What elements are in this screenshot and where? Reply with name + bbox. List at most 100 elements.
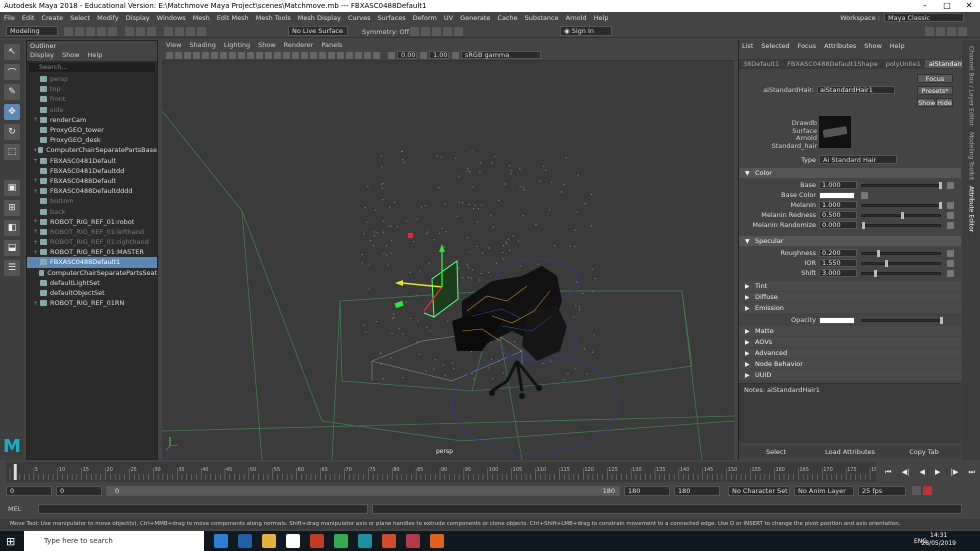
tab-default1[interactable]: 38Default1	[739, 60, 783, 68]
scale-tool-icon[interactable]: ⬚	[4, 144, 20, 160]
menu-uv[interactable]: UV	[444, 14, 453, 22]
side-tab-modeling-toolkit[interactable]: Modeling Toolkit	[968, 132, 975, 180]
step-back-icon[interactable]: ◀|	[902, 468, 910, 476]
load-attributes-button[interactable]: Load Attributes	[813, 446, 887, 458]
snap-curve-icon[interactable]	[175, 27, 184, 36]
attribute-slider[interactable]	[861, 211, 941, 219]
camera-select-icon[interactable]	[166, 51, 173, 59]
select-tool-icon[interactable]: ↖	[4, 44, 20, 60]
outliner-item[interactable]: FBXASC0488Default1	[27, 257, 157, 268]
hypershade-icon[interactable]	[443, 27, 452, 36]
select-hierarchy-icon[interactable]	[125, 27, 134, 36]
map-button-icon[interactable]	[861, 191, 868, 199]
outliner-item[interactable]: side	[27, 105, 157, 115]
taskbar-app-icon[interactable]	[406, 534, 420, 548]
ae-menu-selected[interactable]: Selected	[761, 42, 789, 50]
node-name-field[interactable]: aiStandardHair1	[817, 86, 895, 94]
render-settings-icon[interactable]	[432, 27, 441, 36]
outliner-layout-icon[interactable]: ☰	[4, 260, 20, 276]
attribute-value-field[interactable]: 0.000	[819, 221, 857, 229]
attribute-value-field[interactable]: 1.000	[819, 181, 857, 189]
snap-point-icon[interactable]	[186, 27, 195, 36]
map-button-icon[interactable]	[947, 211, 954, 219]
attribute-editor-toggle-icon[interactable]	[936, 27, 945, 36]
animation-start-field[interactable]: 0	[6, 485, 52, 496]
outliner-item[interactable]: defaultObjectSet	[27, 288, 157, 298]
wireframe-icon[interactable]	[256, 51, 263, 59]
persp-graph-layout-icon[interactable]: ⬓	[4, 240, 20, 256]
material-swatch-preview[interactable]	[819, 116, 851, 148]
outliner-item[interactable]: top	[27, 84, 157, 94]
redo-icon[interactable]	[108, 27, 117, 36]
expand-toggle-icon[interactable]: +	[33, 177, 40, 184]
isolate-select-icon[interactable]	[346, 51, 353, 59]
xray-active-icon[interactable]	[364, 51, 371, 59]
textured-icon[interactable]	[283, 51, 290, 59]
outliner-menu-show[interactable]: Show	[62, 51, 80, 61]
attribute-value-field[interactable]: 3.000	[819, 269, 857, 277]
sign-in-button[interactable]: ◉ Sign In	[560, 26, 612, 36]
viewport-menu-view[interactable]: View	[166, 41, 181, 49]
expand-toggle-icon[interactable]: +	[33, 218, 40, 225]
viewport-menu-renderer[interactable]: Renderer	[284, 41, 314, 49]
character-set-dropdown[interactable]: No Character Set	[728, 485, 790, 496]
section-header-uuid[interactable]: ▶ UUID	[739, 370, 961, 380]
notes-area[interactable]: Notes: aiStandardHair1	[739, 383, 961, 443]
safe-action-icon[interactable]	[247, 51, 254, 59]
expand-toggle-icon[interactable]: +	[33, 228, 40, 235]
render-icon[interactable]	[410, 27, 419, 36]
outliner-item[interactable]: bottom	[27, 196, 157, 206]
range-slider[interactable]: 0 180	[106, 485, 620, 496]
playback-start-field[interactable]: 0	[56, 485, 102, 496]
expand-toggle-icon[interactable]: +	[33, 188, 40, 195]
taskbar-app-icon[interactable]	[358, 534, 372, 548]
outliner-item[interactable]: persp	[27, 74, 157, 84]
presets-button[interactable]: Presets*	[917, 86, 953, 95]
snap-view-icon[interactable]	[197, 27, 206, 36]
expand-toggle-icon[interactable]: +	[33, 300, 40, 307]
select-component-icon[interactable]	[147, 27, 156, 36]
menu-curves[interactable]: Curves	[348, 14, 371, 22]
tab-shape[interactable]: FBXASC0488Default1Shape	[783, 60, 882, 68]
step-forward-icon[interactable]: |▶	[951, 468, 959, 476]
save-scene-icon[interactable]	[86, 27, 95, 36]
section-header-advanced[interactable]: ▶ Advanced	[739, 348, 961, 358]
outliner-item[interactable]: defaultLightSet	[27, 278, 157, 288]
wireframe-on-shaded-icon[interactable]	[274, 51, 281, 59]
attribute-slider[interactable]	[861, 259, 941, 267]
resolution-gate-icon[interactable]	[220, 51, 227, 59]
map-button-icon[interactable]	[947, 181, 954, 189]
color-section-header[interactable]: ▼ Color	[739, 168, 961, 178]
taskbar-app-icon[interactable]	[310, 534, 324, 548]
undo-icon[interactable]	[97, 27, 106, 36]
exposure-field[interactable]: 0.00	[397, 51, 417, 59]
attribute-slider[interactable]	[861, 181, 942, 189]
taskbar-app-icon[interactable]	[262, 534, 276, 548]
opacity-slider[interactable]	[861, 316, 943, 324]
outliner-search-input[interactable]: Search...	[29, 63, 155, 72]
tool-settings-toggle-icon[interactable]	[947, 27, 956, 36]
section-header-node-behavior[interactable]: ▶ Node Behavior	[739, 359, 961, 369]
expand-toggle-icon[interactable]: +	[33, 249, 40, 256]
time-slider[interactable]: 5 10 15 20 25 30 35 40 45 50 55 60 65 70 75 80 85 90 95 100…	[6, 462, 881, 482]
menu-create[interactable]: Create	[41, 14, 63, 22]
opacity-swatch[interactable]	[819, 316, 855, 324]
menu-select[interactable]: Select	[70, 14, 90, 22]
map-button-icon[interactable]	[947, 201, 954, 209]
side-tab-channel-box[interactable]: Channel Box / Layer Editor	[968, 46, 975, 126]
outliner-menu-display[interactable]: Display	[30, 51, 54, 61]
color-space-dropdown[interactable]: sRGB gamma	[461, 51, 541, 59]
viewport-scene[interactable]	[162, 61, 734, 460]
viewport-menu-show[interactable]: Show	[258, 41, 276, 49]
ipr-render-icon[interactable]	[421, 27, 430, 36]
motion-blur-icon[interactable]	[319, 51, 326, 59]
playback-prefs-icon[interactable]	[923, 486, 932, 495]
go-to-start-icon[interactable]: ⏮	[885, 468, 891, 477]
workspace-dropdown[interactable]: Maya Classic	[884, 13, 964, 22]
outliner-item[interactable]: + ROBOT_RIG_REF_01:MASTER	[27, 247, 157, 257]
smooth-shade-icon[interactable]	[265, 51, 272, 59]
outliner-item[interactable]: ProxyGEO_desk	[27, 135, 157, 145]
ambient-occlusion-icon[interactable]	[310, 51, 317, 59]
viewport-menu-shading[interactable]: Shading	[189, 41, 215, 49]
ae-menu-list[interactable]: List	[742, 42, 753, 50]
